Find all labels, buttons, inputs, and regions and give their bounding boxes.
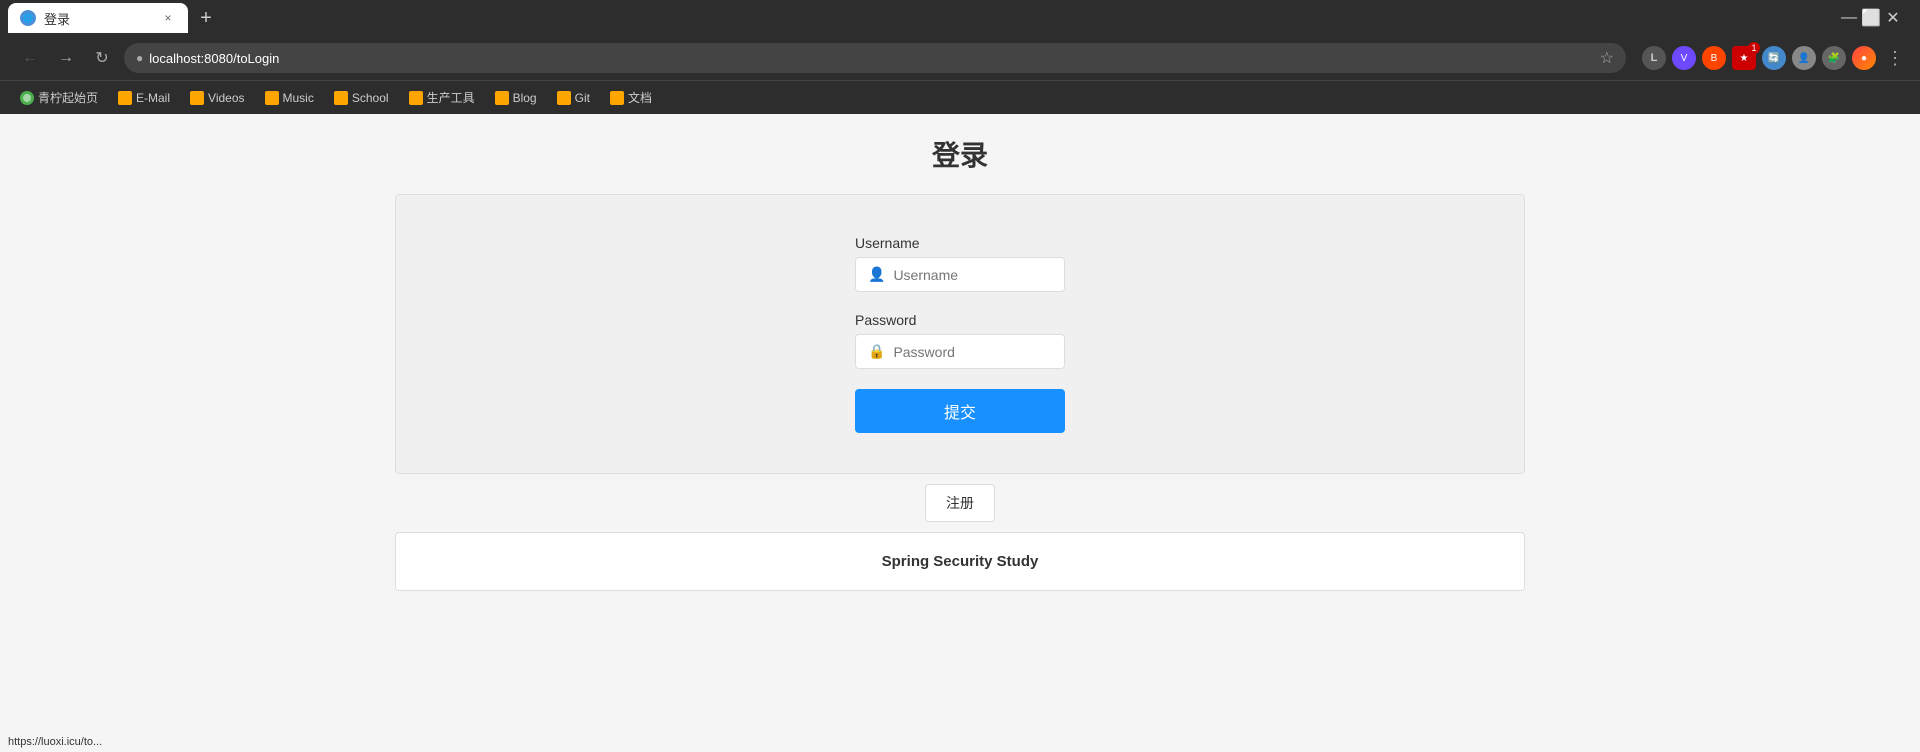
bookmark-blog-label: Blog	[513, 91, 537, 105]
tab-bar: 🌐 登录 × + — ⬜ ✕	[0, 0, 1920, 36]
bookmark-email[interactable]: E-Mail	[110, 87, 178, 109]
extension-proton-icon[interactable]: V	[1672, 46, 1696, 70]
status-url: https://luoxi.icu/to...	[8, 736, 102, 748]
email-icon	[118, 91, 132, 105]
school-icon	[334, 91, 348, 105]
url-actions: ☆	[1600, 48, 1614, 68]
bookmark-qingcheng[interactable]: 青柠起始页	[12, 85, 106, 110]
extension-brave-icon[interactable]: B	[1702, 46, 1726, 70]
bookmark-videos[interactable]: Videos	[182, 87, 252, 109]
close-window-button[interactable]: ✕	[1886, 11, 1900, 25]
bookmark-tools[interactable]: 生产工具	[401, 85, 483, 110]
password-input[interactable]	[893, 344, 1052, 360]
bookmark-git-label: Git	[575, 91, 590, 105]
bookmark-school[interactable]: School	[326, 87, 397, 109]
maximize-button[interactable]: ⬜	[1864, 11, 1878, 25]
browser-chrome: 🌐 登录 × + — ⬜ ✕ ← → ↻ ● localhost:8080/to…	[0, 0, 1920, 114]
bookmark-star-icon[interactable]: ☆	[1600, 48, 1614, 68]
tab-title: 登录	[44, 9, 152, 28]
browser-menu-button[interactable]: ⋮	[1886, 48, 1904, 69]
page-title: 登录	[932, 134, 988, 174]
back-button[interactable]: ←	[16, 44, 44, 72]
username-group: Username 👤	[855, 235, 1065, 292]
password-input-wrapper: 🔒	[855, 334, 1065, 369]
footer-card: Spring Security Study	[395, 532, 1525, 591]
qingcheng-icon	[20, 91, 34, 105]
tab-favicon: 🌐	[20, 10, 36, 26]
register-button[interactable]: 注册	[925, 484, 995, 522]
user-icon: 👤	[868, 266, 885, 283]
footer-text: Spring Security Study	[882, 553, 1039, 570]
bookmark-videos-label: Videos	[208, 91, 244, 105]
login-card: Username 👤 Password 🔒 提交	[395, 194, 1525, 474]
bookmarks-bar: 青柠起始页 E-Mail Videos Music School 生产工具 Bl…	[0, 80, 1920, 114]
bookmark-email-label: E-Mail	[136, 91, 170, 105]
bookmark-blog[interactable]: Blog	[487, 87, 545, 109]
new-tab-button[interactable]: +	[192, 4, 220, 32]
page-content: 登录 Username 👤 Password 🔒 提交 注册 Spring Se…	[0, 114, 1920, 752]
username-label: Username	[855, 235, 1065, 251]
tools-icon	[409, 91, 423, 105]
bookmark-school-label: School	[352, 91, 389, 105]
bookmark-music[interactable]: Music	[257, 87, 322, 109]
username-input-wrapper: 👤	[855, 257, 1065, 292]
status-bar: https://luoxi.icu/to...	[0, 732, 1920, 752]
bookmark-docs-label: 文档	[628, 89, 652, 106]
minimize-button[interactable]: —	[1842, 11, 1856, 25]
extension-l-icon[interactable]: L	[1642, 46, 1666, 70]
extension-red-icon[interactable]: 1 ★	[1732, 46, 1756, 70]
address-bar: ← → ↻ ● localhost:8080/toLogin ☆ L V B 1…	[0, 36, 1920, 80]
password-group: Password 🔒	[855, 312, 1065, 369]
bookmark-qingcheng-label: 青柠起始页	[38, 89, 98, 106]
extension-puzzle-icon[interactable]: 🧩	[1822, 46, 1846, 70]
submit-button[interactable]: 提交	[855, 389, 1065, 433]
close-tab-button[interactable]: ×	[160, 10, 176, 26]
forward-button[interactable]: →	[52, 44, 80, 72]
active-tab[interactable]: 🌐 登录 ×	[8, 3, 188, 33]
url-text: localhost:8080/toLogin	[149, 51, 279, 66]
bookmark-git[interactable]: Git	[549, 87, 598, 109]
music-icon	[265, 91, 279, 105]
url-bar[interactable]: ● localhost:8080/toLogin ☆	[124, 43, 1626, 73]
extension-avatar-icon[interactable]: 👤	[1792, 46, 1816, 70]
username-input[interactable]	[893, 267, 1052, 283]
extension-blue-icon[interactable]: 🔄	[1762, 46, 1786, 70]
blog-icon	[495, 91, 509, 105]
docs-icon	[610, 91, 624, 105]
reload-button[interactable]: ↻	[88, 44, 116, 72]
extensions-area: L V B 1 ★ 🔄 👤 🧩 ● ⋮	[1642, 46, 1904, 70]
lock-icon: 🔒	[868, 343, 885, 360]
bookmark-docs[interactable]: 文档	[602, 85, 660, 110]
bookmark-music-label: Music	[283, 91, 314, 105]
password-label: Password	[855, 312, 1065, 328]
bookmark-tools-label: 生产工具	[427, 89, 475, 106]
window-controls: — ⬜ ✕	[1842, 11, 1912, 25]
videos-icon	[190, 91, 204, 105]
git-icon	[557, 91, 571, 105]
lock-icon: ●	[136, 51, 143, 65]
extension-profile-icon[interactable]: ●	[1852, 46, 1876, 70]
